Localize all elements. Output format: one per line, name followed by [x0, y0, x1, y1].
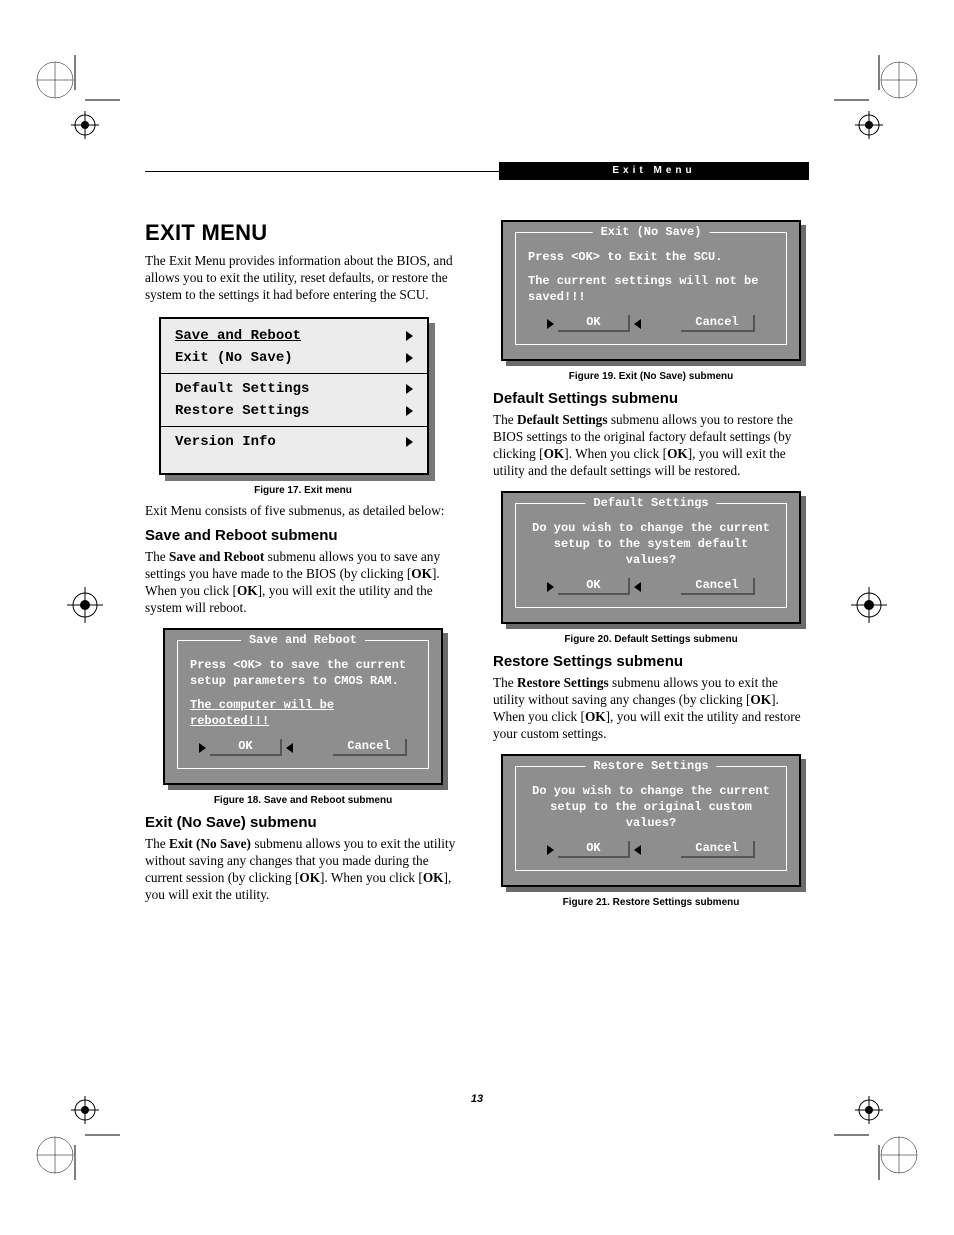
default-settings-heading: Default Settings submenu: [493, 390, 809, 407]
default-settings-paragraph: The Default Settings submenu allows you …: [493, 411, 809, 479]
exit-nosave-screenshot: Exit (No Save) Press <OK> to Exit the SC…: [501, 220, 801, 361]
default-settings-screenshot: Default Settings Do you wish to change t…: [501, 491, 801, 624]
crop-mark-bottom-right: [834, 1090, 924, 1180]
play-left-icon: [286, 743, 293, 753]
dialog-title: Exit (No Save): [593, 225, 710, 239]
ok-button[interactable]: OK: [547, 313, 641, 332]
chevron-right-icon: [406, 331, 413, 341]
save-reboot-heading: Save and Reboot submenu: [145, 527, 461, 544]
menu-item-version-info[interactable]: Version Info: [173, 431, 415, 453]
dialog-line1: Do you wish to change the current setup …: [528, 520, 774, 568]
crop-mark-mid-left: [30, 560, 120, 650]
intro-paragraph: The Exit Menu provides information about…: [145, 252, 461, 303]
play-left-icon: [634, 582, 641, 592]
ok-button[interactable]: OK: [547, 576, 641, 595]
save-reboot-screenshot: Save and Reboot Press <OK> to save the c…: [163, 628, 443, 785]
dialog-line1: Do you wish to change the current setup …: [528, 783, 774, 831]
figure-17-caption: Figure 17. Exit menu: [145, 485, 461, 496]
cancel-button[interactable]: Cancel: [681, 576, 754, 595]
dialog-title: Save and Reboot: [241, 633, 365, 647]
after-fig17-text: Exit Menu consists of five submenus, as …: [145, 502, 461, 519]
chevron-right-icon: [406, 384, 413, 394]
figure-18-caption: Figure 18. Save and Reboot submenu: [145, 795, 461, 806]
chevron-right-icon: [406, 406, 413, 416]
exit-nosave-paragraph: The Exit (No Save) submenu allows you to…: [145, 835, 461, 903]
page-title: EXIT MENU: [145, 220, 461, 246]
crop-mark-top-left: [30, 55, 120, 145]
cancel-button[interactable]: Cancel: [681, 313, 754, 332]
chevron-right-icon: [406, 437, 413, 447]
play-right-icon: [199, 743, 206, 753]
crop-mark-mid-right: [834, 560, 924, 650]
play-right-icon: [547, 845, 554, 855]
crop-mark-bottom-left: [30, 1090, 120, 1180]
dialog-line2: The computer will be rebooted!!!: [190, 697, 416, 729]
cancel-button[interactable]: Cancel: [333, 737, 406, 756]
page-number: 13: [145, 1093, 809, 1105]
dialog-title: Restore Settings: [585, 759, 716, 773]
menu-item-exit-nosave[interactable]: Exit (No Save): [173, 347, 415, 369]
menu-item-restore-settings[interactable]: Restore Settings: [173, 400, 415, 422]
left-column: EXIT MENU The Exit Menu provides informa…: [145, 220, 461, 914]
exit-nosave-heading: Exit (No Save) submenu: [145, 814, 461, 831]
exit-menu-screenshot: Save and Reboot Exit (No Save) Default S…: [159, 317, 429, 475]
menu-item-save-reboot[interactable]: Save and Reboot: [173, 325, 415, 347]
play-right-icon: [547, 582, 554, 592]
play-left-icon: [634, 319, 641, 329]
dialog-title: Default Settings: [585, 496, 716, 510]
play-right-icon: [547, 319, 554, 329]
figure-21-caption: Figure 21. Restore Settings submenu: [493, 897, 809, 908]
restore-settings-paragraph: The Restore Settings submenu allows you …: [493, 674, 809, 742]
ok-button[interactable]: OK: [199, 737, 293, 756]
dialog-line1: Press <OK> to save the current setup par…: [190, 657, 416, 689]
ok-button[interactable]: OK: [547, 839, 641, 858]
figure-20-caption: Figure 20. Default Settings submenu: [493, 634, 809, 645]
figure-19-caption: Figure 19. Exit (No Save) submenu: [493, 371, 809, 382]
restore-settings-heading: Restore Settings submenu: [493, 653, 809, 670]
cancel-button[interactable]: Cancel: [681, 839, 754, 858]
right-column: Exit (No Save) Press <OK> to Exit the SC…: [493, 220, 809, 914]
restore-settings-screenshot: Restore Settings Do you wish to change t…: [501, 754, 801, 887]
dialog-line1: Press <OK> to Exit the SCU.: [528, 249, 774, 265]
chevron-right-icon: [406, 353, 413, 363]
save-reboot-paragraph: The Save and Reboot submenu allows you t…: [145, 548, 461, 616]
menu-item-default-settings[interactable]: Default Settings: [173, 378, 415, 400]
crop-mark-top-right: [834, 55, 924, 145]
play-left-icon: [634, 845, 641, 855]
running-header: Exit Menu: [499, 162, 809, 180]
dialog-line2: The current settings will not be saved!!…: [528, 273, 774, 305]
